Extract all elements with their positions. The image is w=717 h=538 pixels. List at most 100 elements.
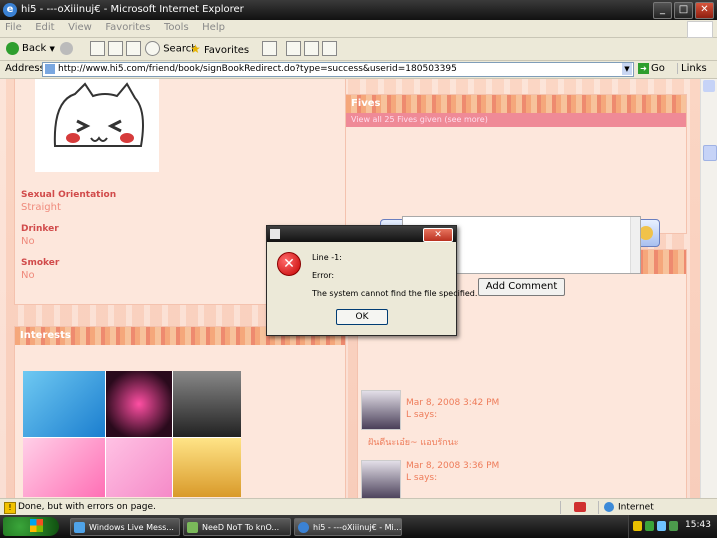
interest-image[interactable] [173, 371, 241, 437]
favorites-button[interactable]: ★ Favorites [190, 41, 249, 57]
comment-text: ฝันดีนะเอ๋ย~ แอบรักนะ [368, 438, 459, 448]
dialog-ok-button[interactable]: OK [336, 309, 388, 325]
page-icon [45, 64, 55, 74]
comment-date: Mar 8, 2008 3:36 PM [406, 461, 500, 471]
star-icon: ★ [190, 42, 201, 56]
textarea-scrollbar[interactable] [630, 217, 640, 273]
fives-subtitle[interactable]: View all 25 Fives given (see more) [346, 113, 686, 127]
folder-icon [187, 522, 198, 533]
orientation-value: Straight [21, 202, 61, 213]
minimize-button[interactable]: _ [653, 2, 672, 19]
dialog-window-icon [270, 229, 280, 239]
history-icon [262, 41, 277, 56]
stop-icon [90, 41, 105, 56]
dialog-error-message: The system cannot find the file specifie… [312, 289, 478, 298]
toolbar: Back ▼ Search ★ Favorites [0, 38, 717, 61]
fives-title: Fives [346, 95, 686, 113]
page-scrollbar[interactable] [700, 79, 717, 498]
links-button[interactable]: Links [677, 63, 707, 74]
interests-grid [23, 371, 241, 497]
security-zone: Internet [604, 502, 654, 513]
dialog-error-label: Error: [312, 271, 335, 280]
menu-file[interactable]: File [0, 20, 27, 35]
address-dropdown-icon[interactable]: ▼ [622, 63, 632, 75]
comment-date: Mar 8, 2008 3:42 PM [406, 398, 500, 408]
taskbar-item-folder[interactable]: NeeD NoT To knO... [183, 518, 291, 536]
maximize-button[interactable]: □ [674, 2, 693, 19]
go-arrow-icon: ➜ [638, 63, 649, 74]
mail-button[interactable] [286, 41, 301, 57]
taskbar-item-ie[interactable]: hi5 - ---oXiiinuj€ - Mi... [294, 518, 402, 536]
forward-button[interactable] [60, 41, 76, 57]
ie-icon [298, 522, 309, 533]
refresh-icon [108, 41, 123, 56]
interest-image[interactable] [106, 371, 172, 437]
address-label: Address [5, 63, 45, 74]
window-title-bar[interactable]: e hi5 - ---oXiiinuj€ - Microsoft Interne… [0, 0, 717, 20]
error-dialog: ✕ ✕ Line -1: Error: The system cannot fi… [266, 225, 477, 336]
interest-image[interactable] [106, 438, 172, 497]
popup-blocked-icon[interactable] [574, 502, 586, 512]
status-divider [598, 501, 599, 514]
taskbar-clock: 15:43 [685, 520, 711, 530]
stop-button[interactable] [90, 41, 105, 57]
mail-icon [286, 41, 301, 56]
menu-bar: File Edit View Favorites Tools Help [0, 20, 717, 38]
drinker-value: No [21, 236, 35, 247]
history-button[interactable] [262, 41, 277, 57]
scroll-thumb[interactable] [703, 145, 717, 161]
menu-help[interactable]: Help [197, 20, 230, 35]
dialog-line-number: Line -1: [312, 253, 342, 262]
smoker-label: Smoker [21, 258, 60, 268]
taskbar-item-messenger[interactable]: Windows Live Mess... [70, 518, 180, 536]
tray-shield-icon[interactable] [633, 521, 642, 531]
search-icon [145, 41, 160, 56]
dialog-close-button[interactable]: ✕ [423, 228, 453, 242]
home-icon [126, 41, 141, 56]
refresh-button[interactable] [108, 41, 123, 57]
dialog-title-bar[interactable]: ✕ [267, 226, 456, 242]
profile-avatar [35, 79, 159, 172]
menu-view[interactable]: View [63, 20, 97, 35]
menu-edit[interactable]: Edit [30, 20, 59, 35]
tray-messenger-icon[interactable] [657, 521, 666, 531]
interest-image[interactable] [173, 438, 241, 497]
fives-panel: Fives View all 25 Fives given (see more) [345, 94, 687, 234]
go-button[interactable]: ➜ Go [638, 63, 665, 74]
edit-button[interactable] [322, 41, 337, 57]
interest-image[interactable] [23, 438, 105, 497]
forward-arrow-icon [60, 41, 73, 55]
status-divider [560, 501, 561, 514]
orientation-label: Sexual Orientation [21, 190, 117, 200]
add-comment-button[interactable]: Add Comment [478, 278, 565, 296]
comment-avatar[interactable] [361, 460, 401, 500]
window-title: hi5 - ---oXiiinuj€ - Microsoft Internet … [21, 4, 244, 15]
home-button[interactable] [126, 41, 141, 57]
tray-network-icon[interactable] [645, 521, 654, 531]
address-input[interactable]: http://www.hi5.com/friend/book/signBookR… [42, 62, 634, 77]
smoker-value: No [21, 270, 35, 281]
windows-logo-icon [687, 21, 713, 38]
print-button[interactable] [304, 41, 319, 57]
back-button[interactable]: Back ▼ [6, 41, 55, 57]
back-arrow-icon [6, 41, 19, 55]
drinker-label: Drinker [21, 224, 59, 234]
comment-author[interactable]: L says: [406, 410, 437, 420]
comment-author[interactable]: L says: [406, 473, 437, 483]
messenger-icon [74, 522, 85, 533]
comment-avatar[interactable] [361, 390, 401, 430]
warning-icon[interactable]: ! [4, 502, 16, 514]
edit-icon [322, 41, 337, 56]
interest-image[interactable] [23, 371, 105, 437]
status-text: Done, but with errors on page. [18, 502, 156, 512]
windows-start-icon [30, 519, 43, 532]
address-bar: Address http://www.hi5.com/friend/book/s… [0, 61, 717, 79]
close-button[interactable]: ✕ [695, 2, 714, 19]
scroll-up-icon[interactable] [703, 80, 715, 92]
globe-icon [604, 502, 614, 512]
menu-tools[interactable]: Tools [159, 20, 194, 35]
menu-favorites[interactable]: Favorites [100, 20, 155, 35]
ie-icon: e [3, 3, 17, 17]
print-icon [304, 41, 319, 56]
tray-buddy-icon[interactable] [669, 521, 678, 531]
